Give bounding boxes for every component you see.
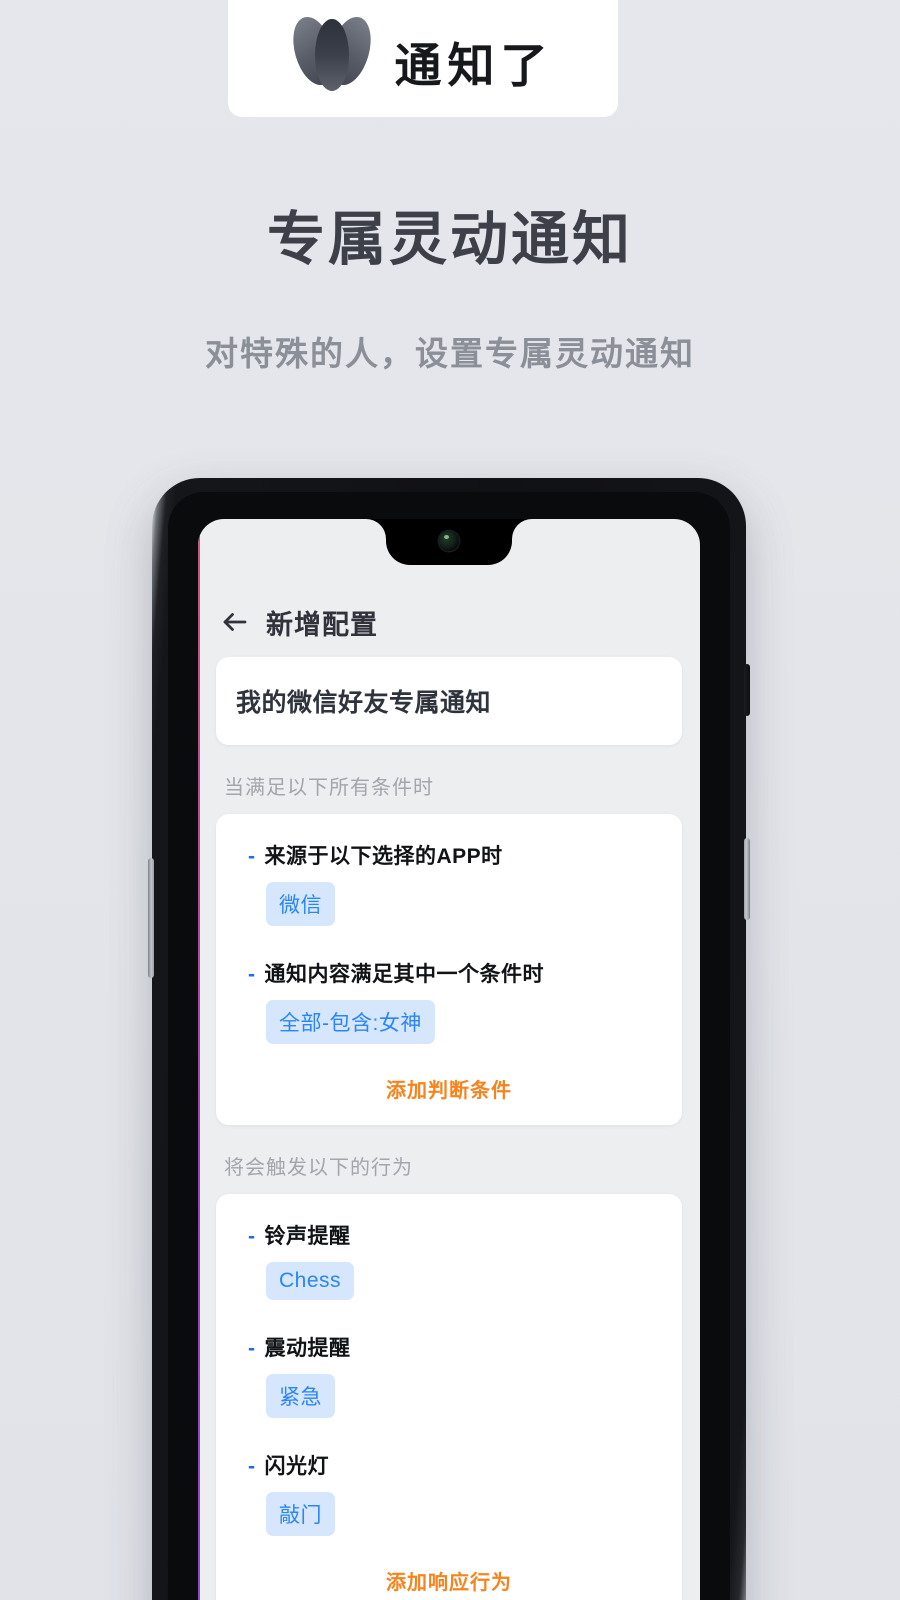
three-petal-logo-icon bbox=[285, 11, 378, 91]
action-chip-list: 敲门 bbox=[248, 1492, 664, 1536]
phone-mockup: 新增配置 我的微信好友专属通知 当满足以下所有条件时 - 来源于以下选择的APP… bbox=[148, 478, 750, 1600]
chip[interactable]: 微信 bbox=[266, 882, 335, 926]
actions-card: - 铃声提醒 Chess - 震动提醒 紧急 - 闪光灯 敲门 添加响应行为 bbox=[216, 1194, 682, 1600]
config-name-value: 我的微信好友专属通知 bbox=[236, 689, 492, 717]
dash-bullet-icon: - bbox=[248, 1455, 256, 1478]
conditions-card: - 来源于以下选择的APP时 微信 - 通知内容满足其中一个条件时 全部-包含:… bbox=[216, 814, 682, 1125]
condition-chip-list: 全部-包含:女神 bbox=[248, 1000, 664, 1044]
volume-button-right[interactable] bbox=[744, 838, 750, 920]
conditions-section-label: 当满足以下所有条件时 bbox=[224, 777, 434, 799]
dash-bullet-icon: - bbox=[248, 1337, 256, 1360]
dash-bullet-icon: - bbox=[248, 963, 256, 986]
condition-rule-head: - 通知内容满足其中一个条件时 bbox=[248, 958, 664, 988]
config-name-field[interactable]: 我的微信好友专属通知 bbox=[216, 657, 682, 745]
condition-chip-list: 微信 bbox=[248, 882, 664, 926]
chip[interactable]: 敲门 bbox=[266, 1492, 335, 1536]
action-rule-head: - 铃声提醒 bbox=[248, 1220, 664, 1250]
brand-logo-card: 通知了 bbox=[228, 0, 618, 117]
promo-page: 通知了 专属灵动通知 对特殊的人，设置专属灵动通知 新增配置 我的微信好友专属通… bbox=[0, 0, 900, 1600]
dash-bullet-icon: - bbox=[248, 1225, 256, 1248]
hero-subhead: 对特殊的人，设置专属灵动通知 bbox=[205, 335, 695, 372]
action-rule-head: - 闪光灯 bbox=[248, 1450, 664, 1480]
phone-bezel: 新增配置 我的微信好友专属通知 当满足以下所有条件时 - 来源于以下选择的APP… bbox=[168, 492, 730, 1600]
page-title: 新增配置 bbox=[266, 609, 378, 640]
chip[interactable]: 全部-包含:女神 bbox=[266, 1000, 435, 1044]
dash-bullet-icon: - bbox=[248, 845, 256, 868]
action-rule: - 闪光灯 敲门 bbox=[234, 1450, 664, 1540]
brand-name: 通知了 bbox=[394, 39, 554, 92]
front-camera-icon bbox=[439, 531, 459, 551]
action-rule: - 震动提醒 紧急 bbox=[234, 1332, 664, 1422]
condition-rule-label: 通知内容满足其中一个条件时 bbox=[264, 963, 544, 986]
add-condition-button[interactable]: 添加判断条件 bbox=[234, 1048, 664, 1103]
condition-rule-head: - 来源于以下选择的APP时 bbox=[248, 840, 664, 870]
condition-rule: - 通知内容满足其中一个条件时 全部-包含:女神 bbox=[234, 958, 664, 1048]
condition-rule: - 来源于以下选择的APP时 微信 bbox=[234, 840, 664, 930]
action-rule: - 铃声提醒 Chess bbox=[234, 1220, 664, 1304]
back-arrow-icon[interactable] bbox=[220, 607, 250, 637]
waterdrop-notch bbox=[386, 519, 512, 565]
action-chip-list: Chess bbox=[248, 1262, 664, 1300]
action-rule-head: - 震动提醒 bbox=[248, 1332, 664, 1362]
action-rule-label: 铃声提醒 bbox=[264, 1225, 351, 1248]
volume-button-left[interactable] bbox=[148, 858, 154, 978]
app-screen: 新增配置 我的微信好友专属通知 当满足以下所有条件时 - 来源于以下选择的APP… bbox=[198, 519, 700, 1600]
chip[interactable]: 紧急 bbox=[266, 1374, 335, 1418]
action-rule-label: 闪光灯 bbox=[264, 1455, 329, 1478]
power-button[interactable] bbox=[744, 664, 750, 716]
hero-headline: 专属灵动通知 bbox=[266, 207, 633, 272]
condition-rule-label: 来源于以下选择的APP时 bbox=[264, 845, 503, 868]
action-rule-label: 震动提醒 bbox=[264, 1337, 351, 1360]
action-chip-list: 紧急 bbox=[248, 1374, 664, 1418]
chip[interactable]: Chess bbox=[266, 1262, 355, 1300]
add-action-button[interactable]: 添加响应行为 bbox=[234, 1540, 664, 1595]
actions-section-label: 将会触发以下的行为 bbox=[224, 1157, 413, 1179]
screen-edge-glow bbox=[198, 519, 200, 1600]
phone-screen: 新增配置 我的微信好友专属通知 当满足以下所有条件时 - 来源于以下选择的APP… bbox=[198, 519, 700, 1600]
